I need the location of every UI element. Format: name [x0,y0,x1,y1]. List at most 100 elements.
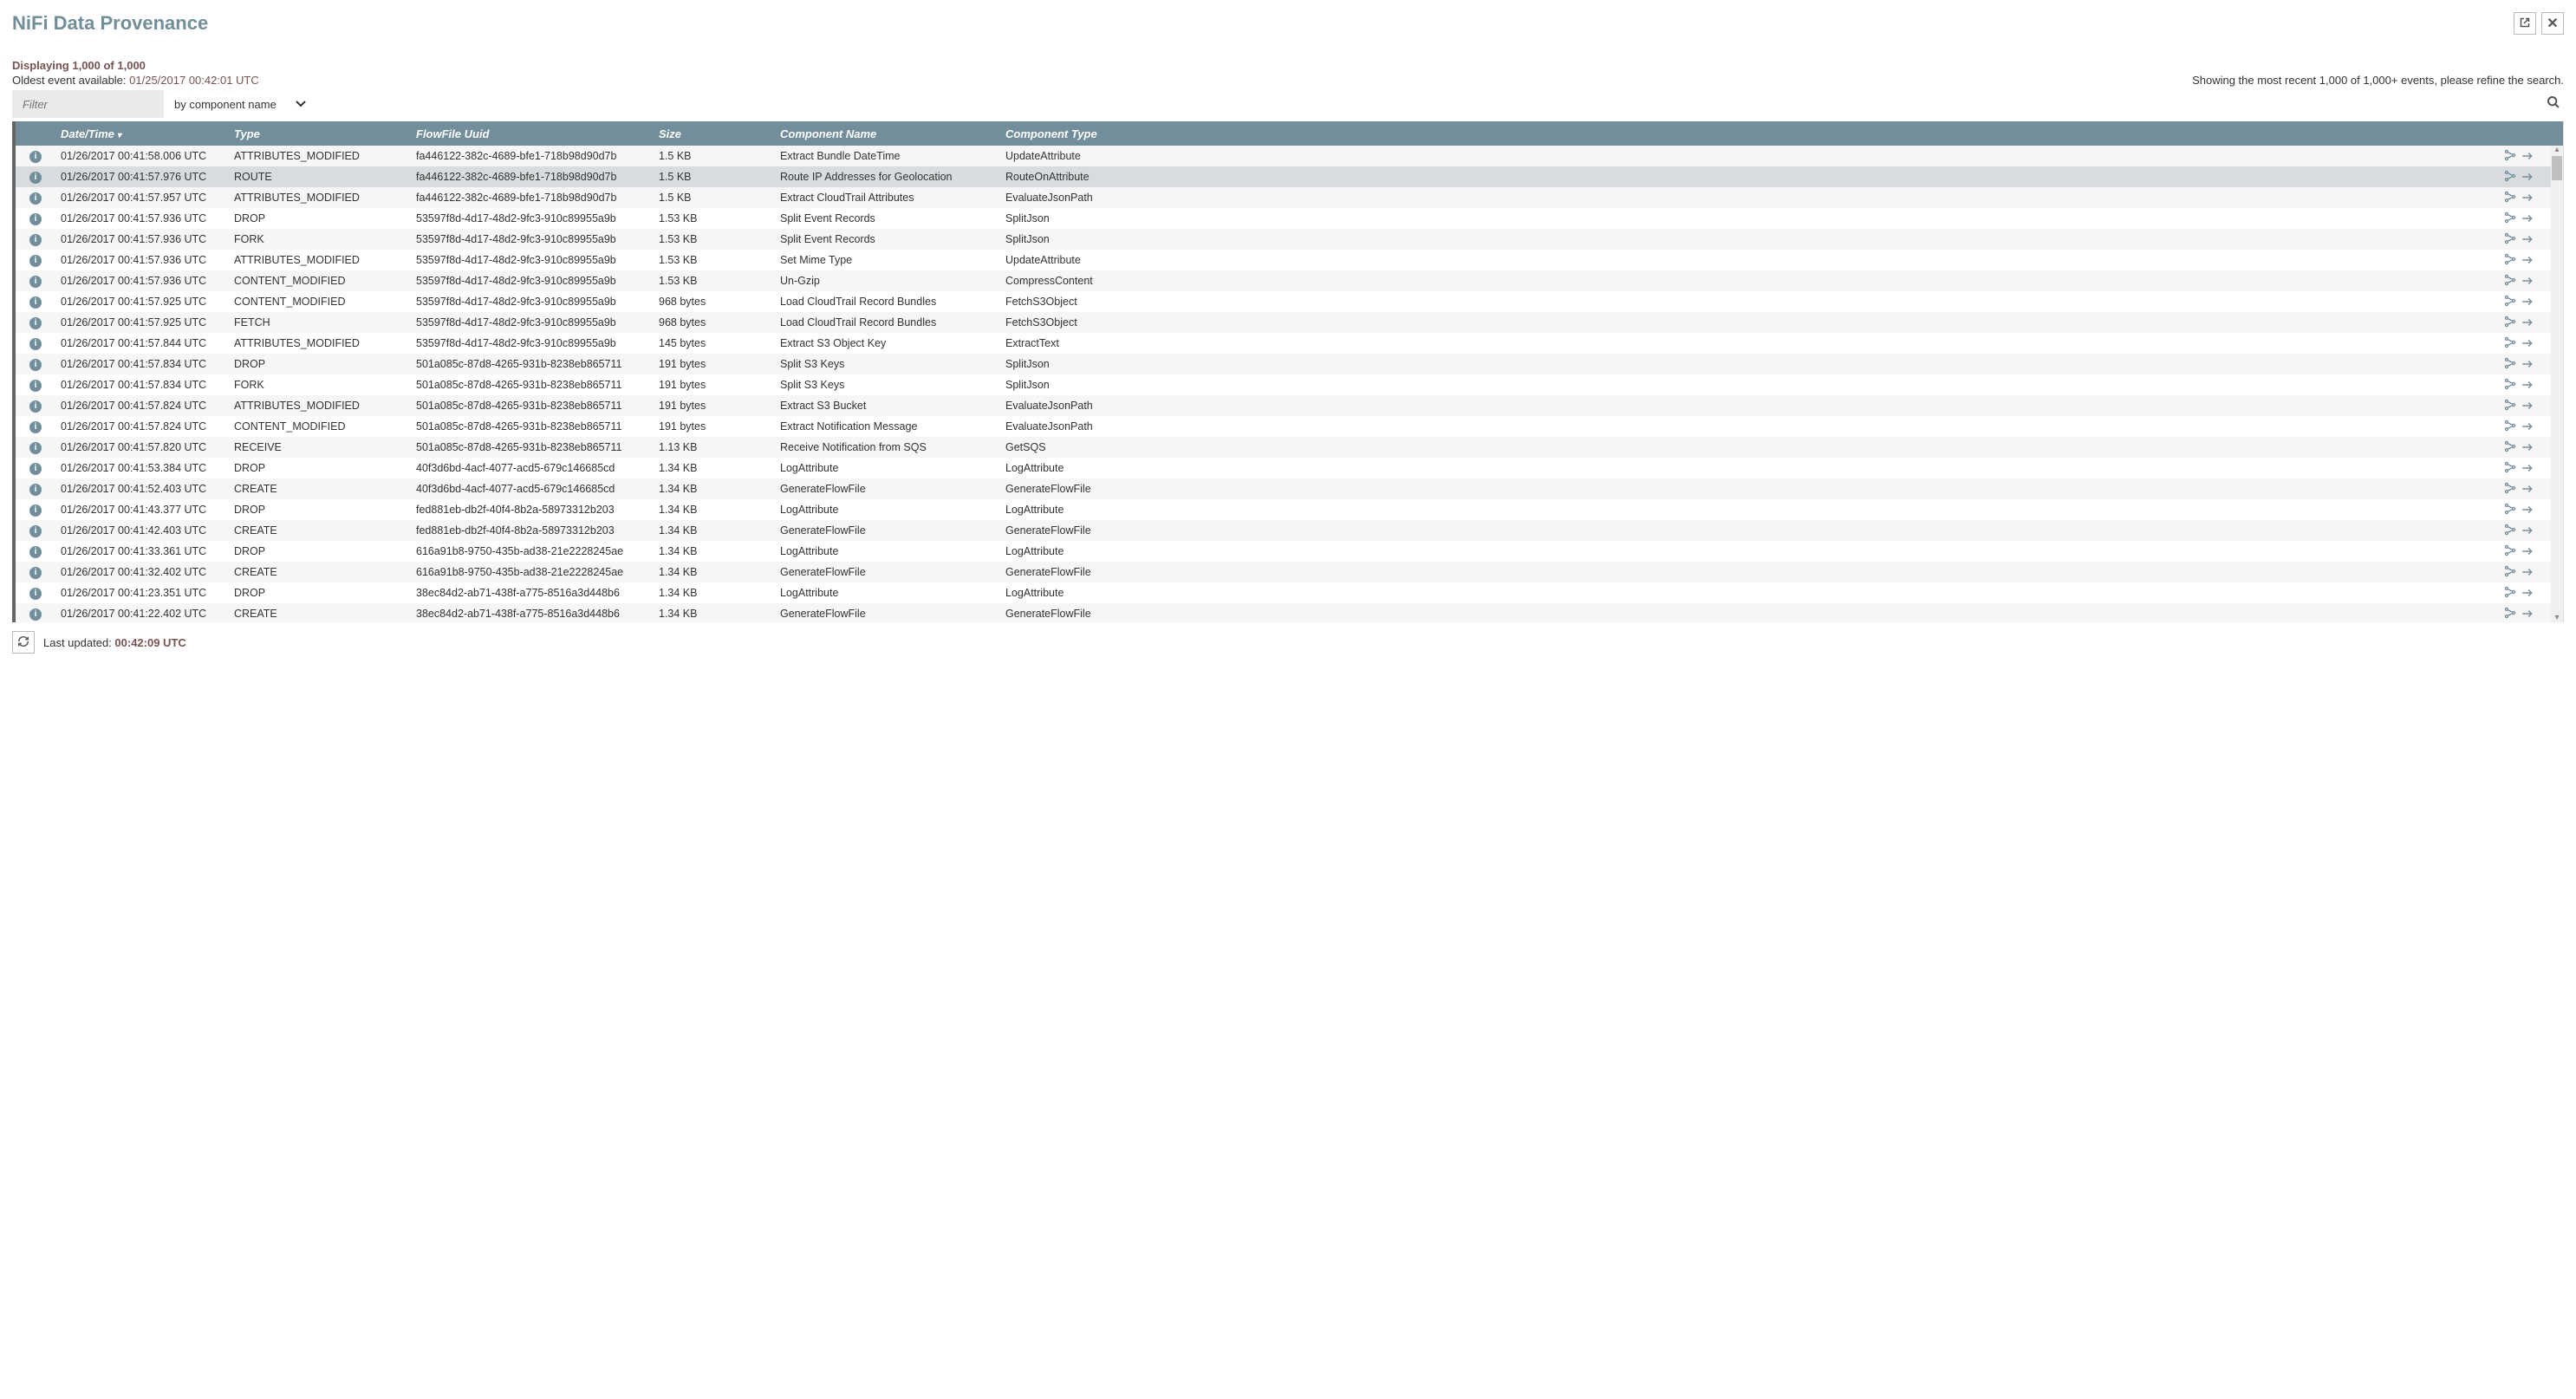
info-icon[interactable]: i [29,276,42,288]
goto-icon[interactable] [2521,170,2534,184]
info-icon[interactable]: i [29,172,42,184]
goto-icon[interactable] [2521,586,2534,600]
info-icon[interactable]: i [29,359,42,371]
lineage-icon[interactable] [2504,378,2516,393]
column-size[interactable]: Size [654,127,775,140]
goto-icon[interactable] [2521,524,2534,537]
info-icon[interactable]: i [29,296,42,309]
goto-icon[interactable] [2521,503,2534,517]
goto-icon[interactable] [2521,420,2534,433]
lineage-icon[interactable] [2504,482,2516,497]
lineage-icon[interactable] [2504,316,2516,330]
search-button[interactable] [2543,92,2564,117]
lineage-icon[interactable] [2504,524,2516,538]
lineage-icon[interactable] [2504,336,2516,351]
filter-input[interactable] [12,90,164,118]
lineage-icon[interactable] [2504,399,2516,413]
close-button[interactable]: ✕ [2541,12,2564,35]
info-icon[interactable]: i [29,255,42,267]
goto-icon[interactable] [2521,544,2534,558]
goto-icon[interactable] [2521,211,2534,225]
table-row[interactable]: i01/26/2017 00:41:57.976 UTCROUTEfa44612… [16,166,2563,187]
table-row[interactable]: i01/26/2017 00:41:57.834 UTCDROP501a085c… [16,354,2563,374]
goto-icon[interactable] [2521,232,2534,246]
info-icon[interactable]: i [29,338,42,350]
lineage-icon[interactable] [2504,607,2516,621]
filter-mode-select[interactable]: by component name [164,90,316,118]
table-row[interactable]: i01/26/2017 00:41:57.844 UTCATTRIBUTES_M… [16,333,2563,354]
scroll-thumb[interactable] [2552,156,2562,180]
lineage-icon[interactable] [2504,295,2516,309]
table-row[interactable]: i01/26/2017 00:41:57.936 UTCFORK53597f8d… [16,229,2563,250]
table-row[interactable]: i01/26/2017 00:41:57.820 UTCRECEIVE501a0… [16,437,2563,458]
goto-icon[interactable] [2521,357,2534,371]
goto-icon[interactable] [2521,295,2534,309]
table-row[interactable]: i01/26/2017 00:41:57.834 UTCFORK501a085c… [16,374,2563,395]
info-icon[interactable]: i [29,463,42,475]
refresh-button[interactable] [12,631,35,654]
goto-icon[interactable] [2521,253,2534,267]
table-row[interactable]: i01/26/2017 00:41:57.936 UTCATTRIBUTES_M… [16,250,2563,270]
table-row[interactable]: i01/26/2017 00:41:22.402 UTCCREATE38ec84… [16,603,2563,622]
lineage-icon[interactable] [2504,274,2516,289]
lineage-icon[interactable] [2504,586,2516,601]
info-icon[interactable]: i [29,546,42,558]
info-icon[interactable]: i [29,151,42,163]
column-datetime[interactable]: Date/Time▾ [55,127,229,140]
goto-icon[interactable] [2521,336,2534,350]
goto-icon[interactable] [2521,565,2534,579]
lineage-icon[interactable] [2504,440,2516,455]
table-row[interactable]: i01/26/2017 00:41:23.351 UTCDROP38ec84d2… [16,582,2563,603]
column-type[interactable]: Type [229,127,411,140]
lineage-icon[interactable] [2504,461,2516,476]
table-row[interactable]: i01/26/2017 00:41:57.936 UTCCONTENT_MODI… [16,270,2563,291]
scroll-down-icon[interactable]: ▾ [2553,614,2561,622]
table-row[interactable]: i01/26/2017 00:41:43.377 UTCDROPfed881eb… [16,499,2563,520]
goto-icon[interactable] [2521,607,2534,621]
goto-icon[interactable] [2521,274,2534,288]
popout-button[interactable] [2514,12,2536,35]
info-icon[interactable]: i [29,525,42,537]
table-row[interactable]: i01/26/2017 00:41:57.936 UTCDROP53597f8d… [16,208,2563,229]
lineage-icon[interactable] [2504,253,2516,268]
goto-icon[interactable] [2521,191,2534,205]
table-row[interactable]: i01/26/2017 00:41:57.925 UTCFETCH53597f8… [16,312,2563,333]
info-icon[interactable]: i [29,400,42,413]
lineage-icon[interactable] [2504,232,2516,247]
table-row[interactable]: i01/26/2017 00:41:57.824 UTCATTRIBUTES_M… [16,395,2563,416]
scrollbar[interactable]: ▴ ▾ [2551,146,2563,622]
lineage-icon[interactable] [2504,357,2516,372]
lineage-icon[interactable] [2504,544,2516,559]
lineage-icon[interactable] [2504,211,2516,226]
info-icon[interactable]: i [29,504,42,517]
info-icon[interactable]: i [29,567,42,579]
table-row[interactable]: i01/26/2017 00:41:58.006 UTCATTRIBUTES_M… [16,146,2563,166]
info-icon[interactable]: i [29,442,42,454]
table-row[interactable]: i01/26/2017 00:41:57.824 UTCCONTENT_MODI… [16,416,2563,437]
column-component-type[interactable]: Component Type [1000,127,2499,140]
goto-icon[interactable] [2521,399,2534,413]
table-row[interactable]: i01/26/2017 00:41:52.403 UTCCREATE40f3d6… [16,478,2563,499]
lineage-icon[interactable] [2504,420,2516,434]
goto-icon[interactable] [2521,482,2534,496]
info-icon[interactable]: i [29,484,42,496]
info-icon[interactable]: i [29,192,42,205]
info-icon[interactable]: i [29,380,42,392]
info-icon[interactable]: i [29,213,42,225]
table-row[interactable]: i01/26/2017 00:41:32.402 UTCCREATE616a91… [16,562,2563,582]
table-row[interactable]: i01/26/2017 00:41:53.384 UTCDROP40f3d6bd… [16,458,2563,478]
info-icon[interactable]: i [29,608,42,621]
table-row[interactable]: i01/26/2017 00:41:33.361 UTCDROP616a91b8… [16,541,2563,562]
lineage-icon[interactable] [2504,149,2516,164]
table-row[interactable]: i01/26/2017 00:41:42.403 UTCCREATEfed881… [16,520,2563,541]
info-icon[interactable]: i [29,234,42,246]
lineage-icon[interactable] [2504,170,2516,185]
goto-icon[interactable] [2521,378,2534,392]
goto-icon[interactable] [2521,461,2534,475]
table-row[interactable]: i01/26/2017 00:41:57.925 UTCCONTENT_MODI… [16,291,2563,312]
info-icon[interactable]: i [29,317,42,329]
info-icon[interactable]: i [29,421,42,433]
column-uuid[interactable]: FlowFile Uuid [411,127,654,140]
table-row[interactable]: i01/26/2017 00:41:57.957 UTCATTRIBUTES_M… [16,187,2563,208]
goto-icon[interactable] [2521,316,2534,329]
